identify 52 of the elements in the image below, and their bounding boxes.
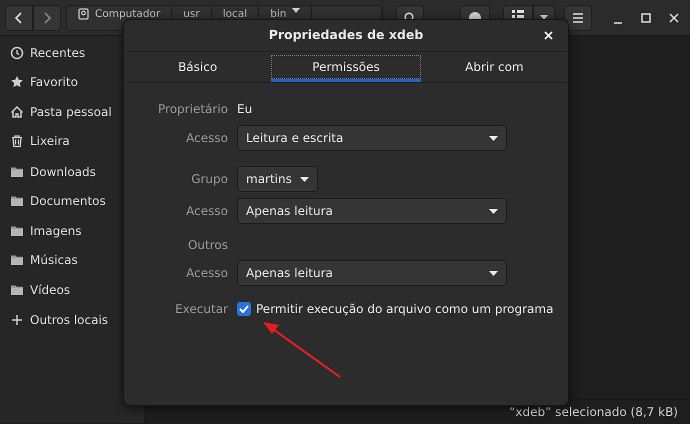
folder-icon xyxy=(10,194,24,208)
sidebar-item[interactable]: Músicas xyxy=(0,246,144,275)
forward-button[interactable] xyxy=(33,4,61,30)
folder-icon xyxy=(10,253,24,268)
field-label: Acesso xyxy=(185,203,229,220)
sidebar-item[interactable]: Imagens xyxy=(0,216,144,246)
trash-icon xyxy=(10,134,24,148)
sidebar-item[interactable]: Vídeos xyxy=(0,275,144,304)
close-icon xyxy=(544,30,552,40)
menu-icon xyxy=(572,12,584,22)
field-label: Acesso xyxy=(185,130,229,147)
clock-icon xyxy=(10,46,24,60)
sidebar-item[interactable]: Outros locais xyxy=(0,306,144,335)
menu-button[interactable] xyxy=(564,4,592,30)
owner-value: Eu xyxy=(237,101,252,118)
access-dropdown[interactable]: Leitura e escrita xyxy=(237,125,507,151)
field-label: Outros xyxy=(186,237,229,254)
checkbox-label: Permitir execução do arquivo como um programa xyxy=(256,301,554,318)
sidebar-item[interactable]: Pasta pessoal xyxy=(0,97,144,126)
star-icon xyxy=(10,75,24,90)
field-label: Executar xyxy=(174,301,229,318)
forward-icon xyxy=(42,12,52,24)
caret-icon xyxy=(489,270,498,276)
check-icon xyxy=(239,305,249,313)
field-label: Grupo xyxy=(190,171,229,188)
field-label: Proprietário xyxy=(157,101,229,118)
back-icon xyxy=(14,12,24,24)
tab[interactable]: Permissões xyxy=(271,52,421,82)
maximize-icon xyxy=(640,12,652,24)
plus-icon xyxy=(10,313,24,328)
access-dropdown[interactable]: Apenas leitura xyxy=(237,260,507,286)
field-label: Acesso xyxy=(185,265,229,282)
sidebar-item[interactable]: Downloads xyxy=(0,157,144,186)
back-button[interactable] xyxy=(5,4,33,30)
list-icon xyxy=(512,10,524,18)
folder-icon xyxy=(10,224,24,238)
drive-icon xyxy=(78,8,89,20)
folder-icon xyxy=(10,164,24,179)
home-icon xyxy=(10,104,24,119)
folder-icon xyxy=(10,282,24,297)
checkbox[interactable] xyxy=(237,302,251,316)
caret-icon xyxy=(292,8,300,12)
caret-icon xyxy=(489,208,498,214)
tab[interactable]: Abrir com xyxy=(420,52,568,82)
sidebar-item[interactable]: Lixeira xyxy=(0,126,144,156)
caret-icon xyxy=(300,176,309,182)
sidebar-item[interactable]: Documentos xyxy=(0,186,144,216)
close-icon xyxy=(668,12,680,24)
group-button[interactable]: martins xyxy=(237,166,318,192)
access-dropdown[interactable]: Apenas leitura xyxy=(237,198,507,224)
caret-icon xyxy=(489,136,498,140)
minimize-icon xyxy=(612,22,624,24)
